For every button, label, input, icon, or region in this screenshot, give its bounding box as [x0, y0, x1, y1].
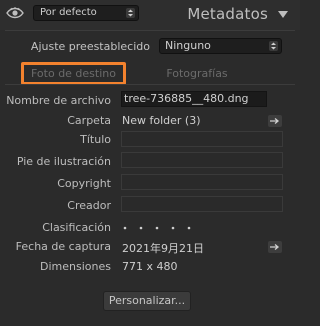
preset-label: Ajuste preestablecido	[30, 40, 150, 53]
creator-field[interactable]	[121, 196, 283, 212]
capture-date-label: Fecha de captura	[15, 240, 111, 253]
collapse-triangle-icon[interactable]	[278, 9, 288, 18]
creator-label: Creador	[67, 199, 111, 212]
metadata-preset-select[interactable]: Por defecto	[33, 5, 139, 21]
dimensions-label: Dimensiones	[40, 260, 111, 273]
title-field[interactable]	[121, 131, 283, 147]
divider	[5, 30, 295, 31]
filename-field[interactable]: tree-736885__480.dng	[121, 91, 267, 107]
customize-button[interactable]: Personalizar...	[103, 291, 191, 311]
title-label: Título	[80, 133, 111, 146]
filename-value: tree-736885__480.dng	[124, 92, 249, 105]
rating-label: Clasificación	[42, 221, 111, 234]
preset-select-value: Ninguno	[165, 39, 211, 52]
panel-title[interactable]: Metadatos	[187, 5, 268, 23]
metadata-preset-value: Por defecto	[40, 7, 97, 18]
filename-label: Nombre de archivo	[6, 94, 111, 107]
capture-date-value: 2021年9月21日	[122, 242, 204, 255]
panel-header: Por defecto Metadatos	[0, 0, 300, 30]
dimensions-value: 771 x 480	[122, 260, 178, 273]
select-arrows-icon	[126, 8, 135, 18]
tabs-divider	[5, 84, 295, 85]
folder-value: New folder (3)	[122, 114, 201, 127]
go-to-date-button[interactable]	[268, 241, 282, 253]
rating-stars[interactable]	[122, 222, 202, 230]
preset-select[interactable]: Ninguno	[159, 38, 282, 54]
select-arrows-icon	[269, 41, 278, 51]
tab-fotografias-seleccionadas[interactable]: Fotografías seleccionadas	[126, 62, 268, 103]
eye-icon[interactable]	[6, 6, 24, 20]
copyright-label: Copyright	[57, 177, 111, 190]
go-to-folder-button[interactable]	[268, 115, 282, 127]
tab-foto-destino[interactable]: Foto de destino	[21, 62, 126, 85]
copyright-field[interactable]	[121, 174, 283, 190]
caption-label: Pie de ilustración	[16, 155, 111, 168]
caption-field[interactable]	[121, 152, 283, 168]
folder-label: Carpeta	[67, 114, 111, 127]
